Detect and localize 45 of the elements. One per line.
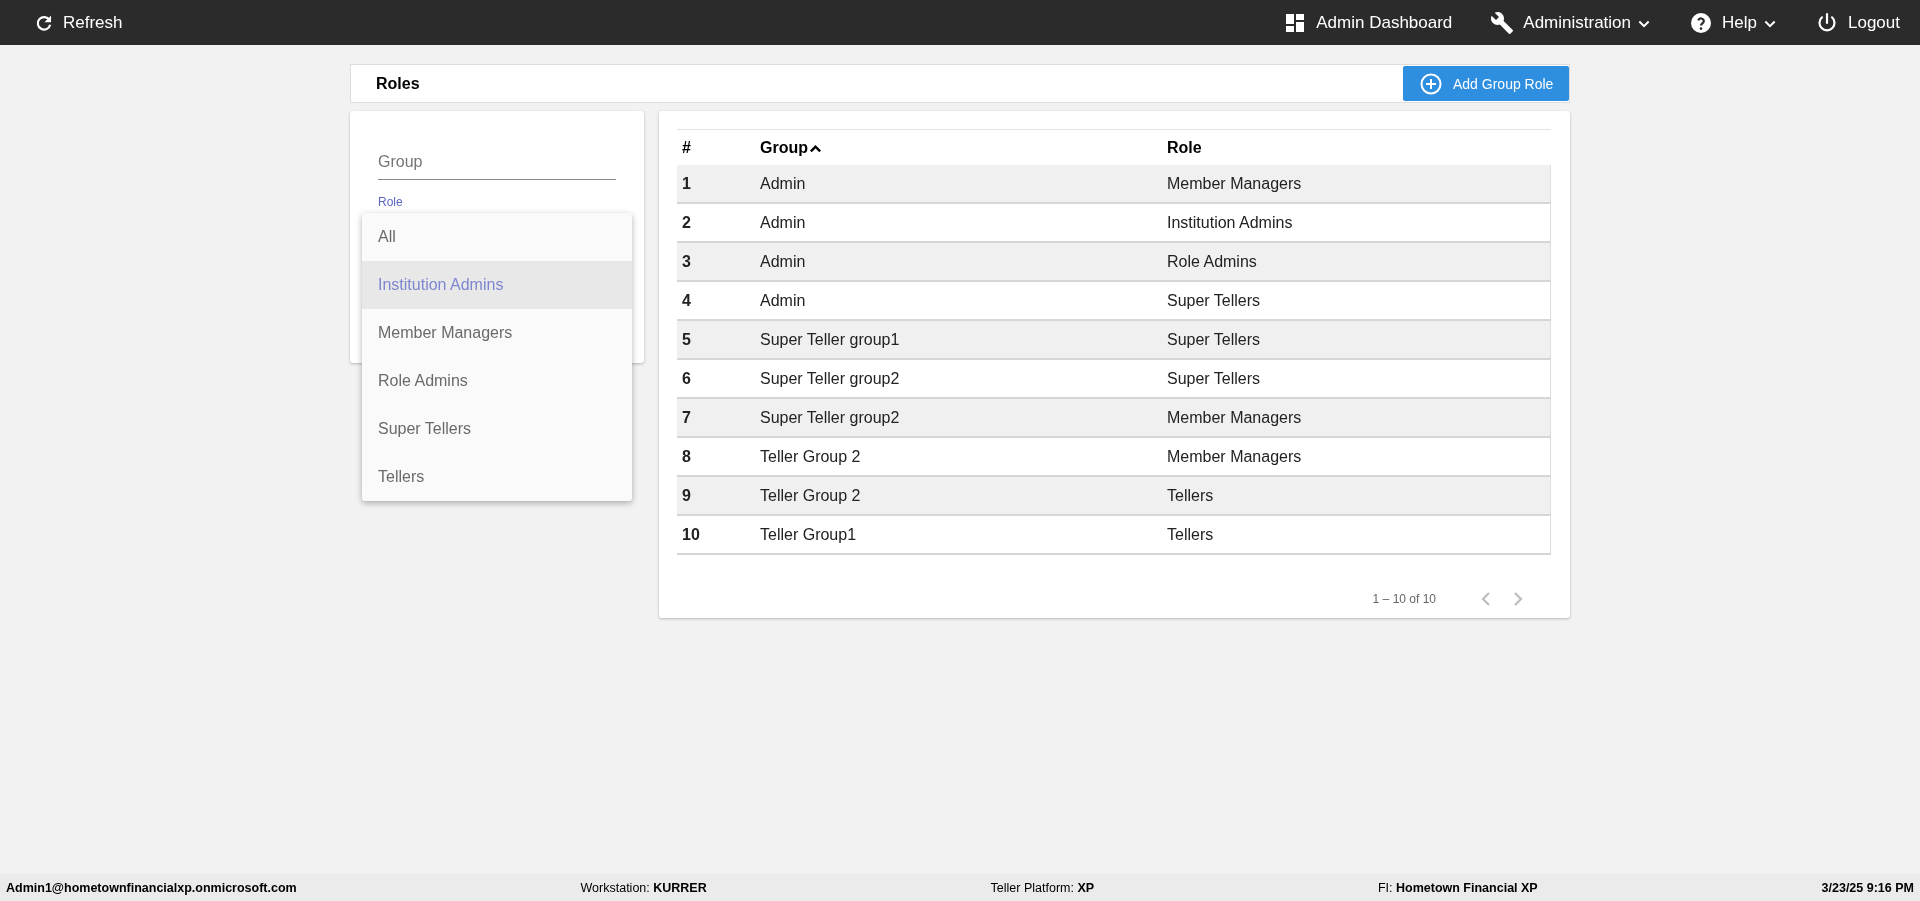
role-field-label: Role: [378, 195, 403, 209]
status-item: Workstation: KURRER: [580, 880, 707, 895]
table-cell: 9: [677, 476, 755, 515]
table-cell: 10: [677, 515, 755, 554]
table-cell: 3: [677, 242, 755, 281]
column-header[interactable]: Role: [1162, 129, 1551, 165]
table-cell: Role Admins: [1162, 242, 1551, 281]
dropdown-option[interactable]: Tellers: [362, 453, 632, 501]
nav-link[interactable]: Administration: [1490, 10, 1652, 35]
status-item: Teller Platform: XP: [990, 880, 1095, 895]
dropdown-option[interactable]: Role Admins: [362, 357, 632, 405]
chevron-right-icon: [1511, 591, 1525, 607]
group-input-field[interactable]: Group: [378, 153, 616, 180]
dropdown-option[interactable]: All: [362, 213, 632, 261]
status-item: Admin1@hometownfinancialxp.onmicrosoft.com: [6, 880, 297, 895]
refresh-button[interactable]: Refresh: [34, 12, 123, 33]
table-cell: Admin: [755, 242, 1162, 281]
table-cell: 1: [677, 165, 755, 203]
table-cell: 7: [677, 398, 755, 437]
dropdown-option[interactable]: Member Managers: [362, 309, 632, 357]
nav-link[interactable]: Logout: [1815, 10, 1900, 35]
table-cell: Tellers: [1162, 515, 1551, 554]
column-header[interactable]: #: [677, 129, 755, 165]
wrench-icon: [1490, 10, 1515, 35]
help-icon: [1689, 10, 1714, 35]
dropdown-option[interactable]: Super Tellers: [362, 405, 632, 453]
table-cell: Member Managers: [1162, 398, 1551, 437]
table-cell: 5: [677, 320, 755, 359]
table-cell: Super Teller group1: [755, 320, 1162, 359]
table-cell: Tellers: [1162, 476, 1551, 515]
table-cell: Teller Group 2: [755, 476, 1162, 515]
page-range: 1 – 10 of 10: [1372, 592, 1436, 606]
status-item: FI: Hometown Financial XP: [1377, 880, 1538, 895]
table-cell: Teller Group1: [755, 515, 1162, 554]
plus-circle-icon: [1419, 71, 1443, 96]
nav-link[interactable]: Admin Dashboard: [1283, 10, 1453, 35]
chevron-left-icon: [1479, 591, 1493, 607]
table-cell: Member Managers: [1162, 165, 1551, 203]
table-cell: Super Teller group2: [755, 398, 1162, 437]
nav-link[interactable]: Help: [1689, 10, 1777, 35]
table-cell: Super Tellers: [1162, 320, 1551, 359]
status-item: 3/23/25 9:16 PM: [1821, 880, 1914, 895]
column-header[interactable]: Group: [755, 129, 1162, 165]
page-title: Roles: [375, 73, 421, 94]
table-cell: Admin: [755, 165, 1162, 203]
